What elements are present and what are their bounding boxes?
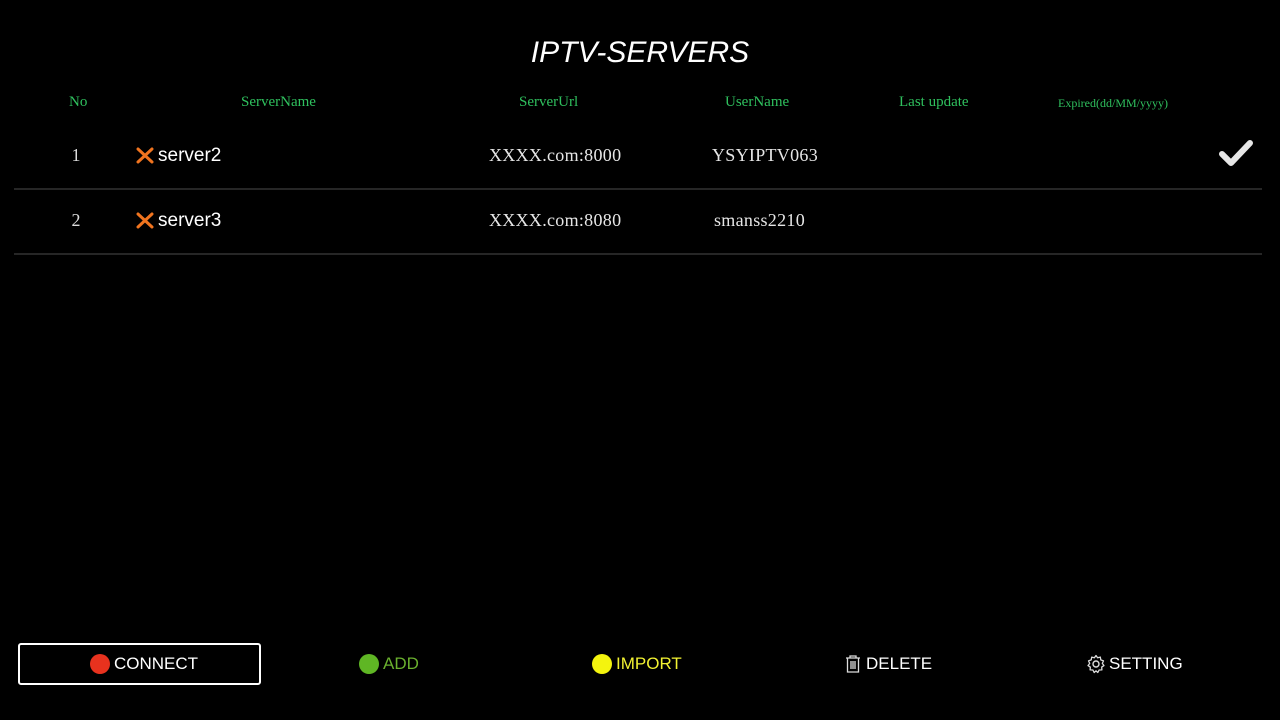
column-header-last-update: Last update (899, 94, 969, 110)
user-name: YSYIPTV063 (712, 145, 819, 165)
column-header-server-name: ServerName (241, 94, 316, 110)
close-x-icon (136, 212, 154, 229)
user-name: smanss2210 (714, 210, 806, 230)
server-name-cell: server3 (136, 188, 221, 253)
server-url: XXXX.com:8000 (489, 145, 622, 165)
row-number: 1 (71, 145, 81, 165)
add-label: ADD (383, 654, 419, 673)
column-header-expired: Expired(dd/MM/yyyy) (1058, 96, 1168, 110)
close-x-icon (136, 147, 154, 164)
setting-label: SETTING (1109, 654, 1183, 673)
server-url: XXXX.com:8080 (489, 210, 622, 230)
checkmark-icon (1219, 140, 1253, 166)
table-row[interactable]: 1 server2 XXXX.com:8000 YSYIPTV063 (14, 123, 1262, 190)
green-dot-icon (359, 654, 379, 674)
row-number: 2 (71, 210, 81, 230)
column-header-user-name: UserName (725, 94, 790, 110)
delete-label: DELETE (866, 654, 933, 673)
server-name: server2 (158, 145, 222, 166)
add-button[interactable]: ADD (359, 643, 419, 685)
table-row[interactable]: 2 server3 XXXX.com:8080 smanss2210 (14, 188, 1262, 255)
server-name-cell: server2 (136, 123, 221, 188)
yellow-dot-icon (592, 654, 612, 674)
import-label: IMPORT (616, 654, 682, 673)
server-name: server3 (158, 210, 222, 231)
page-title: IPTV-SERVERS (530, 36, 750, 69)
setting-button[interactable]: SETTING (1086, 643, 1183, 685)
column-header-server-url: ServerUrl (519, 94, 579, 110)
column-header-no: No (69, 94, 88, 110)
import-button[interactable]: IMPORT (592, 643, 682, 685)
gear-icon (1087, 654, 1105, 674)
trash-icon (846, 655, 860, 673)
connect-button[interactable]: CONNECT (18, 643, 261, 685)
delete-button[interactable]: DELETE (843, 643, 932, 685)
red-dot-icon (90, 654, 110, 674)
connect-label: CONNECT (114, 654, 199, 673)
